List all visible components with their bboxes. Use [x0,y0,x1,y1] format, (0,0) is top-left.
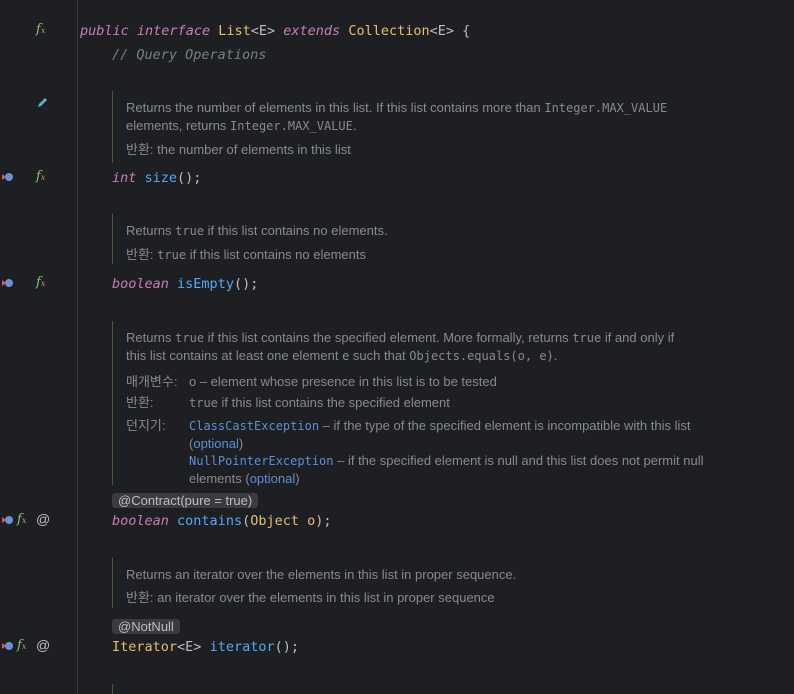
method-size[interactable]: int size(); [112,169,201,187]
doc-line: this list contains at least one element … [126,348,558,363]
annotation-at-icon[interactable]: @ [36,637,50,653]
doc-line: Returns true if this list contains the s… [126,330,675,345]
implemented-icon[interactable] [0,639,14,653]
method-contains[interactable]: boolean contains(Object o); [112,512,332,530]
javadoc-size: Returns the number of elements in this l… [112,91,667,163]
doc-params: 매개변수: o – element whose presence in this … [126,374,497,389]
implemented-icon[interactable] [0,170,14,184]
gutter-divider [77,0,78,694]
doc-returns: 반환: true if this list contains no elemen… [126,247,366,262]
implemented-icon[interactable] [0,276,14,290]
javadoc-iterator: Returns an iterator over the elements in… [112,558,516,608]
doc-returns: 반환: an iterator over the elements in thi… [126,590,495,605]
doc-line: elements, returns Integer.MAX_VALUE. [126,118,357,133]
doc-line: Returns the number of elements in this l… [126,100,668,115]
functional-interface-icon[interactable]: fx [36,169,45,184]
doc-line: Returns true if this list contains no el… [126,223,388,238]
doc-returns: 반환: the number of elements in this list [126,142,351,157]
edit-doc-icon[interactable] [36,96,49,109]
functional-interface-icon[interactable]: fx [36,275,45,290]
optional-link[interactable]: optional [193,436,239,451]
javadoc-next-border [112,684,113,694]
doc-line: Returns an iterator over the elements in… [126,567,517,582]
nullpointerexception-link[interactable]: NullPointerException [189,454,334,468]
optional-link[interactable]: optional [250,471,296,486]
javadoc-isempty: Returns true if this list contains no el… [112,214,388,264]
method-isempty[interactable]: boolean isEmpty(); [112,275,258,293]
functional-interface-icon[interactable]: fx [17,512,26,527]
classcastexception-link[interactable]: ClassCastException [189,419,319,433]
query-operations-comment: // Query Operations [112,47,267,63]
notnull-annotation-hint[interactable]: @NotNull [112,619,180,634]
contract-annotation-hint[interactable]: @Contract(pure = true) [112,493,259,508]
interface-declaration[interactable]: public interface List<E> extends Collect… [80,22,470,40]
functional-interface-icon[interactable]: fx [36,22,45,37]
doc-throws: 던지기: ClassCastException – if the type of… [126,418,704,486]
javadoc-contains: Returns true if this list contains the s… [112,321,752,486]
implemented-icon[interactable] [0,513,14,527]
method-iterator[interactable]: Iterator<E> iterator(); [112,638,299,656]
functional-interface-icon[interactable]: fx [17,638,26,653]
annotation-at-icon[interactable]: @ [36,511,50,527]
doc-returns: 반환: true if this list contains the specif… [126,395,450,410]
